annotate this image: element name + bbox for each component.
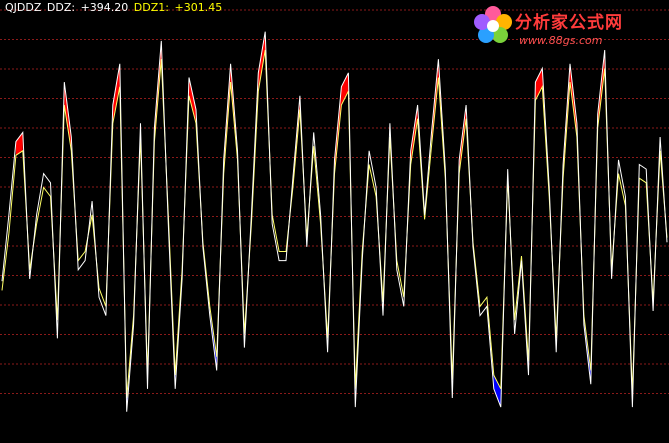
legend: QJDDZ DDZ: +394.20 DDZ1: +301.45 — [5, 1, 224, 14]
flower-logo-icon — [474, 6, 512, 43]
site-logo: 分析家公式网 www.88gs.com — [461, 2, 661, 52]
fill-up-segment — [341, 72, 349, 105]
logo-url: www.88gs.com — [519, 34, 603, 47]
series-lines — [1, 31, 668, 412]
fill-areas — [15, 31, 605, 412]
ddz1-label: DDZ1: — [133, 1, 169, 14]
ddz-line — [1, 31, 668, 412]
ddz-chart — [0, 9, 669, 412]
indicator-name: QJDDZ — [5, 1, 42, 14]
fill-up-segment — [535, 68, 543, 101]
logo-brand: 分析家公式网 — [515, 13, 623, 33]
grid-lines — [0, 9, 669, 394]
ddz1-value: +301.45 — [174, 1, 223, 14]
ddz-value: +394.20 — [80, 1, 129, 14]
ddz-label: DDZ: — [46, 1, 76, 14]
